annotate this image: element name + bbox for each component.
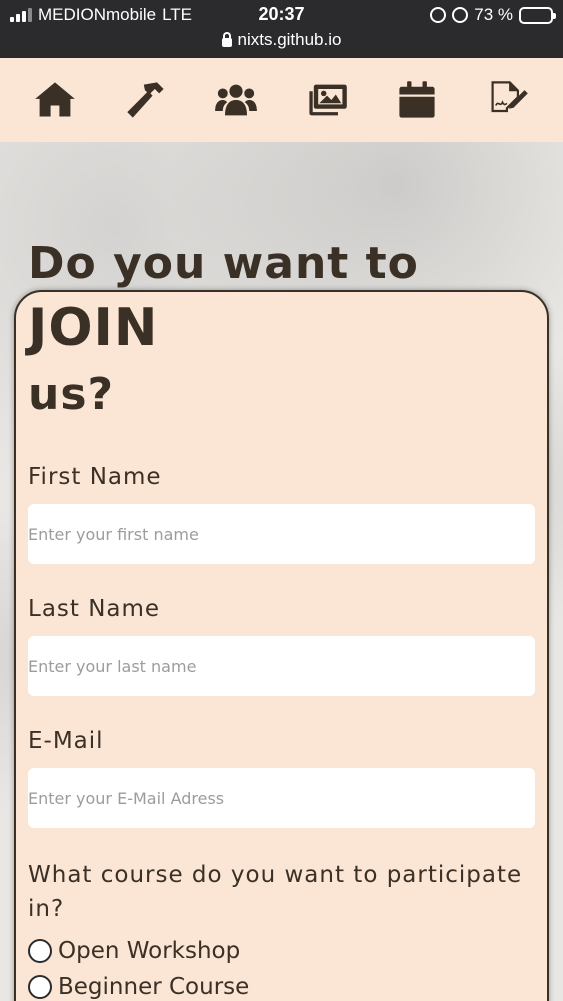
status-bar: MEDIONmobile LTE 20:37 73 % nixts.github… [0, 0, 563, 58]
status-icons: 73 % [430, 5, 556, 25]
top-nav [0, 58, 563, 142]
course-question: What course do you want to participate i… [28, 862, 523, 922]
last-name-field[interactable] [28, 636, 535, 696]
battery-percent: 73 % [474, 5, 513, 24]
hammer-icon [127, 82, 164, 118]
nav-workshop[interactable] [118, 72, 174, 128]
nav-team[interactable] [208, 72, 264, 128]
course-option-label: Open Workshop [58, 938, 241, 964]
lock-icon [221, 32, 232, 47]
email-label: E-Mail [28, 728, 104, 754]
url-text: nixts.github.io [237, 30, 342, 49]
course-option-open-workshop[interactable]: Open Workshop [28, 938, 240, 964]
signature-icon [491, 81, 528, 113]
course-option-label: Beginner Course [58, 974, 250, 1000]
battery-icon [519, 6, 556, 24]
nav-home[interactable] [27, 72, 83, 128]
last-name-label: Last Name [28, 596, 161, 622]
nav-gallery[interactable] [299, 72, 355, 128]
nav-signup[interactable] [480, 72, 536, 128]
calendar-icon [399, 81, 435, 118]
radio-button[interactable] [28, 975, 52, 999]
alarm-icon [452, 7, 469, 23]
title-emphasis: JOIN [28, 298, 159, 358]
first-name-label: First Name [28, 464, 162, 490]
first-name-field[interactable] [28, 504, 535, 564]
home-icon [35, 82, 76, 117]
images-icon [309, 84, 347, 116]
address-bar[interactable]: nixts.github.io [0, 30, 563, 50]
email-field[interactable] [28, 768, 535, 828]
radio-button[interactable] [28, 939, 52, 963]
orientation-lock-icon [430, 7, 447, 23]
users-icon [215, 84, 258, 116]
nav-calendar[interactable] [389, 72, 445, 128]
course-option-beginner-course[interactable]: Beginner Course [28, 974, 249, 1000]
page-title: Do you want to JOIN us? [28, 238, 419, 420]
